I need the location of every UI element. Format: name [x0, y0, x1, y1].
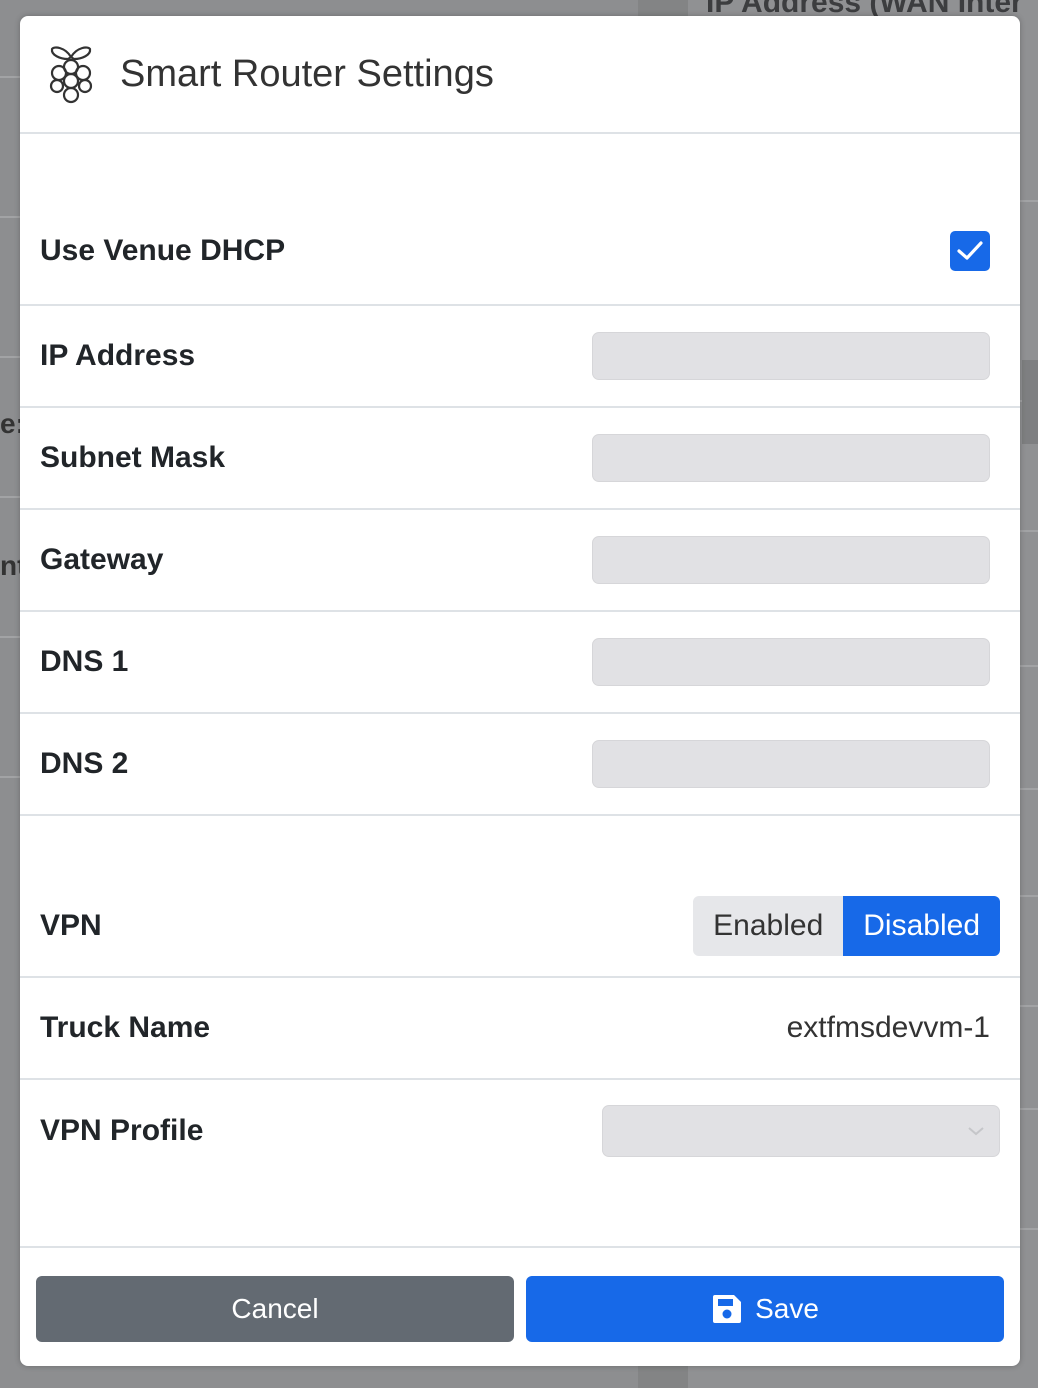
background-row-divider	[0, 496, 20, 498]
vpn-row: VPN Enabled Disabled	[20, 816, 1020, 978]
use-venue-dhcp-checkbox[interactable]	[950, 231, 990, 271]
background-left-text: nt	[0, 550, 20, 581]
background-row-divider	[0, 76, 20, 78]
modal-header: Smart Router Settings	[20, 16, 1020, 134]
use-venue-dhcp-row: Use Venue DHCP	[20, 198, 1020, 306]
cancel-button[interactable]: Cancel	[36, 1276, 514, 1342]
gateway-input[interactable]	[592, 536, 990, 584]
modal-title: Smart Router Settings	[120, 52, 494, 95]
truck-name-label: Truck Name	[40, 1011, 211, 1044]
dns1-row: DNS 1	[20, 612, 1020, 714]
subnet-mask-input[interactable]	[592, 434, 990, 482]
use-venue-dhcp-label: Use Venue DHCP	[40, 234, 286, 267]
ip-address-row: IP Address	[20, 306, 1020, 408]
truck-name-row: Truck Name extfmsdevvm-1	[20, 978, 1020, 1080]
truck-name-value: extfmsdevvm-1	[786, 1011, 990, 1044]
cancel-button-label: Cancel	[231, 1293, 319, 1324]
modal-body: Use Venue DHCP IP Address Subnet Mask Ga…	[20, 136, 1020, 1246]
smart-router-settings-modal: Smart Router Settings Use Venue DHCP IP …	[20, 16, 1020, 1366]
checkmark-icon	[957, 241, 983, 260]
subnet-mask-row: Subnet Mask	[20, 408, 1020, 510]
vpn-label: VPN	[40, 909, 102, 942]
vpn-profile-select[interactable]	[602, 1105, 1000, 1157]
dns2-input[interactable]	[592, 740, 990, 788]
dns1-label: DNS 1	[40, 645, 129, 678]
ip-address-label: IP Address	[40, 339, 196, 372]
vpn-enabled-button[interactable]: Enabled	[693, 896, 844, 956]
background-row-divider	[0, 356, 20, 358]
save-button[interactable]: Save	[526, 1276, 1004, 1342]
raspberry-pi-icon	[49, 46, 93, 104]
background-row-divider	[0, 636, 20, 638]
background-left-text: e:	[0, 408, 20, 439]
gateway-label: Gateway	[40, 543, 164, 576]
vpn-profile-label: VPN Profile	[40, 1114, 204, 1147]
dns1-input[interactable]	[592, 638, 990, 686]
dns2-label: DNS 2	[40, 747, 129, 780]
vpn-toggle-group: Enabled Disabled	[693, 896, 1000, 956]
dns2-row: DNS 2	[20, 714, 1020, 816]
modal-footer: Cancel Save	[20, 1246, 1020, 1366]
gateway-row: Gateway	[20, 510, 1020, 612]
vpn-profile-row: VPN Profile	[20, 1080, 1020, 1182]
ip-address-input[interactable]	[592, 332, 990, 380]
chevron-down-icon	[968, 1127, 984, 1136]
background-row-divider	[0, 216, 20, 218]
floppy-disk-icon	[713, 1295, 742, 1323]
save-button-label: Save	[755, 1293, 819, 1324]
subnet-mask-label: Subnet Mask	[40, 441, 226, 474]
background-scrollbar[interactable]	[1022, 360, 1038, 444]
vpn-disabled-button[interactable]: Disabled	[843, 896, 1000, 956]
background-row-divider	[0, 776, 20, 778]
